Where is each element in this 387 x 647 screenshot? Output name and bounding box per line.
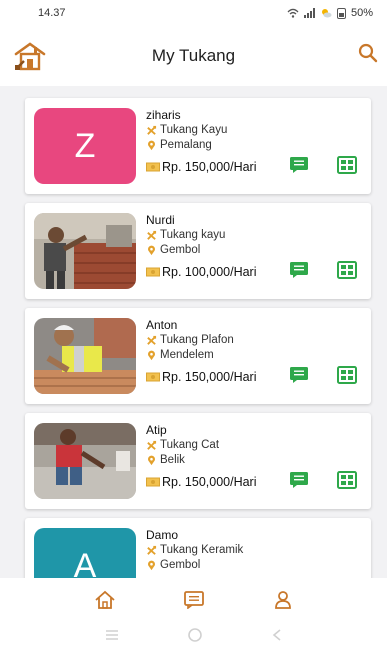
- worker-location: Pemalang: [160, 139, 212, 151]
- avatar: [34, 213, 136, 289]
- location-pin-icon: [148, 560, 155, 571]
- money-icon: [146, 477, 160, 487]
- worker-card[interactable]: Anton Tukang Plafon Mendelem Rp. 150,000…: [25, 308, 371, 404]
- worker-name: Damo: [146, 528, 179, 542]
- tools-icon: [147, 440, 157, 450]
- home-icon: [94, 590, 115, 609]
- tools-icon: [147, 230, 157, 240]
- battery-icon: [336, 7, 346, 19]
- worker-job: Tukang kayu: [160, 229, 226, 241]
- money-icon: [146, 372, 160, 382]
- worker-card[interactable]: Atip Tukang Cat Belik Rp. 150,000/Hari: [25, 413, 371, 509]
- worker-photo: [34, 423, 136, 499]
- battery-level: 50%: [350, 7, 373, 19]
- avatar: [34, 318, 136, 394]
- avatar-letter: A: [73, 546, 97, 579]
- avatar: Z: [34, 108, 136, 184]
- worker-name: ziharis: [146, 108, 181, 122]
- status-time: 14.37: [38, 7, 66, 19]
- worker-job: Tukang Keramik: [160, 544, 244, 556]
- location-pin-icon: [148, 350, 155, 361]
- worker-card[interactable]: Nurdi Tukang kayu Gembol Rp. 100,000/Har…: [25, 203, 371, 299]
- nav-chat[interactable]: [182, 588, 206, 612]
- tools-icon: [147, 125, 157, 135]
- tools-icon: [147, 335, 157, 345]
- worker-price: Rp. 150,000/Hari: [162, 475, 257, 489]
- location-pin-icon: [148, 245, 155, 256]
- bottom-nav: [0, 578, 387, 622]
- signal-icon: [303, 8, 315, 18]
- avatar: [34, 423, 136, 499]
- worker-name: Anton: [146, 318, 178, 332]
- worker-name: Atip: [146, 423, 167, 437]
- nav-profile[interactable]: [271, 588, 295, 612]
- system-nav: [0, 622, 387, 647]
- detail-icon[interactable]: [337, 261, 357, 279]
- search-icon[interactable]: [357, 42, 379, 64]
- worker-job: Tukang Cat: [160, 439, 220, 451]
- money-icon: [146, 267, 160, 277]
- worker-card[interactable]: A Damo Tukang Keramik Gembol: [25, 518, 371, 578]
- worker-job: Tukang Kayu: [160, 124, 228, 136]
- app-bar: My Tukang: [0, 26, 387, 86]
- worker-name: Nurdi: [146, 213, 175, 227]
- chat-icon[interactable]: [289, 366, 309, 384]
- worker-location: Gembol: [160, 244, 201, 256]
- worker-photo: [34, 318, 136, 394]
- chat-icon[interactable]: [289, 156, 309, 174]
- weather-icon: [321, 9, 332, 18]
- worker-location: Mendelem: [160, 349, 214, 361]
- worker-list: Z ziharis Tukang Kayu Pemalang Rp. 150,0…: [0, 86, 387, 578]
- tools-icon: [147, 545, 157, 555]
- money-icon: [146, 162, 160, 172]
- avatar: A: [34, 528, 136, 578]
- location-pin-icon: [148, 140, 155, 151]
- worker-job: Tukang Plafon: [160, 334, 234, 346]
- detail-icon[interactable]: [337, 366, 357, 384]
- status-bar: 14.37 50%: [0, 0, 387, 26]
- worker-card[interactable]: Z ziharis Tukang Kayu Pemalang Rp. 150,0…: [25, 98, 371, 194]
- page-title: My Tukang: [151, 46, 236, 65]
- recents-icon[interactable]: [104, 629, 120, 641]
- profile-icon: [274, 591, 291, 609]
- worker-price: Rp. 100,000/Hari: [162, 265, 257, 279]
- wifi-icon: [287, 8, 299, 18]
- chat-icon[interactable]: [289, 471, 309, 489]
- worker-location: Gembol: [160, 559, 201, 571]
- worker-price: Rp. 150,000/Hari: [162, 370, 257, 384]
- home-button-icon[interactable]: [187, 627, 203, 643]
- chat-icon[interactable]: [289, 261, 309, 279]
- worker-location: Belik: [160, 454, 185, 466]
- chat-icon: [183, 591, 204, 609]
- detail-icon[interactable]: [337, 471, 357, 489]
- worker-price: Rp. 150,000/Hari: [162, 160, 257, 174]
- nav-home[interactable]: [93, 588, 117, 612]
- location-pin-icon: [148, 455, 155, 466]
- back-icon[interactable]: [271, 628, 283, 642]
- avatar-letter: Z: [74, 126, 96, 165]
- worker-photo: [34, 213, 136, 289]
- detail-icon[interactable]: [337, 156, 357, 174]
- app-logo-icon: [14, 42, 46, 71]
